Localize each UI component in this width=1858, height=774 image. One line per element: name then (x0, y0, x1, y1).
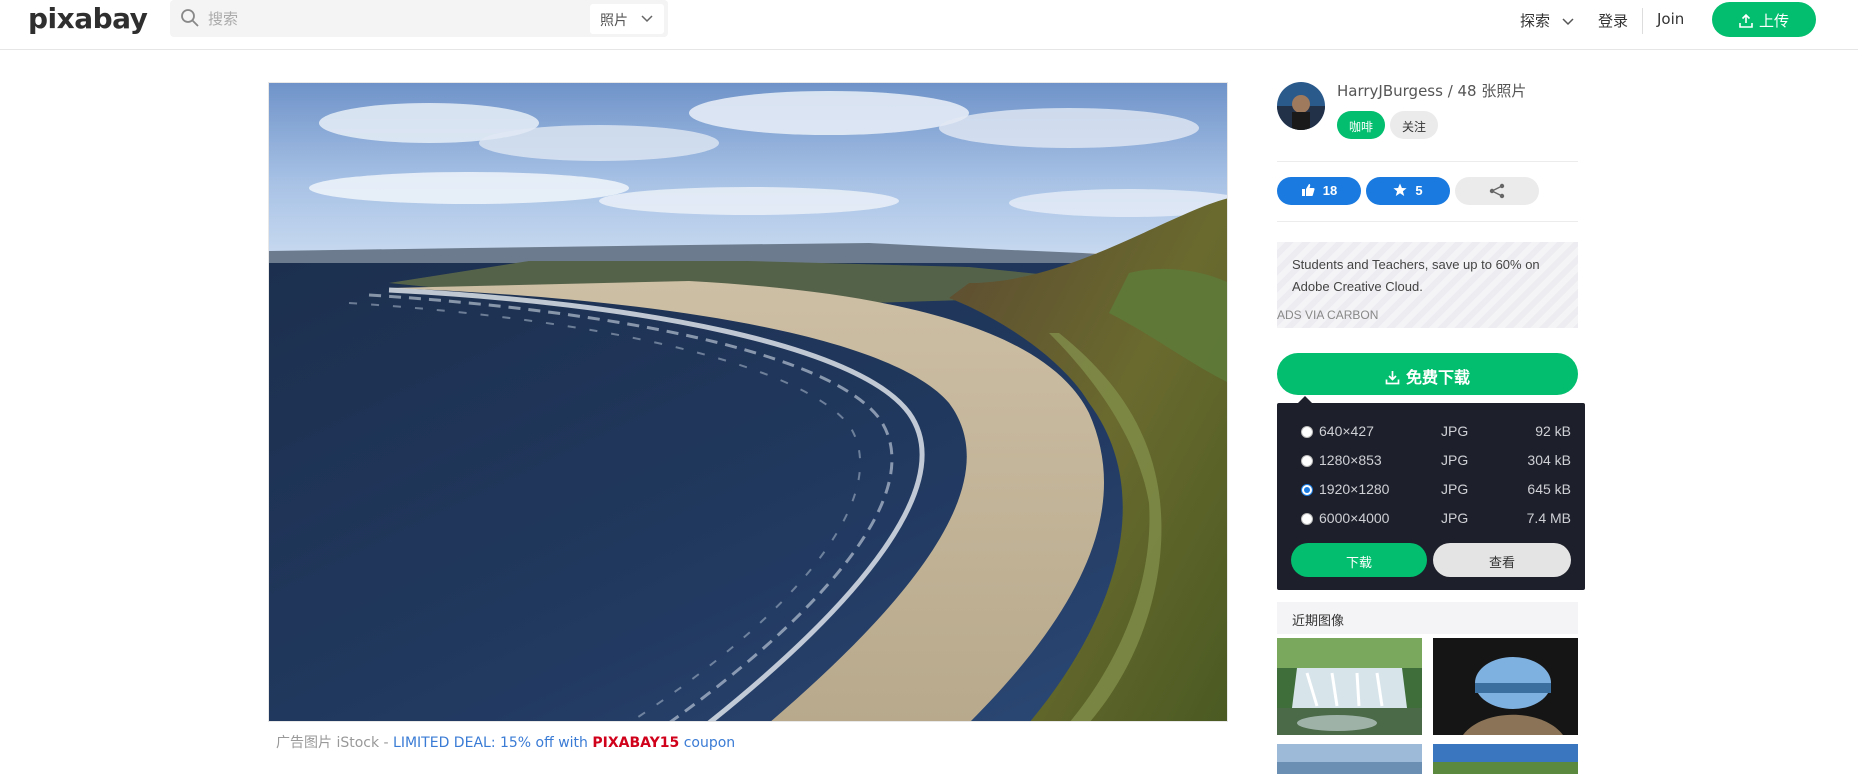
ad-prefix: 广告图片 iStock - (276, 735, 394, 751)
recent-thumbnail-cave[interactable] (1433, 638, 1578, 735)
thumbnail-image (1433, 744, 1578, 774)
search-type-select[interactable]: 照片 (590, 4, 664, 34)
option-size: 7.4 MB (1526, 510, 1571, 526)
favorite-button[interactable]: 5 (1366, 177, 1450, 205)
option-resolution: 6000×4000 (1319, 510, 1390, 526)
ad-coupon-code[interactable]: PIXABAY15 (592, 735, 679, 751)
avatar-image (1277, 82, 1325, 130)
favorite-count: 5 (1415, 183, 1423, 198)
option-size: 645 kB (1527, 481, 1571, 497)
download-option-row[interactable]: 6000×4000 JPG 7.4 MB (1301, 510, 1571, 534)
search-bar: 照片 (170, 0, 668, 37)
divider (1277, 221, 1578, 222)
upload-button[interactable]: 上传 (1712, 2, 1816, 37)
thumbnail-image (1277, 744, 1422, 774)
search-type-label: 照片 (600, 13, 628, 29)
thumbs-up-icon (1301, 184, 1315, 196)
size-radio-selected[interactable] (1301, 484, 1313, 496)
size-radio[interactable] (1301, 426, 1313, 438)
recent-thumbnail-4[interactable] (1433, 744, 1578, 774)
share-icon (1489, 183, 1505, 199)
option-format: JPG (1441, 481, 1469, 497)
sea-cave-image (1433, 638, 1578, 735)
share-button[interactable] (1455, 177, 1539, 205)
nav-divider (1642, 8, 1643, 34)
chevron-down-icon (1562, 17, 1574, 25)
carbon-ad-via[interactable]: ADS VIA CARBON (1277, 308, 1378, 322)
upload-icon (1739, 13, 1753, 28)
search-icon[interactable] (180, 8, 200, 28)
carbon-ad-text[interactable]: Students and Teachers, save up to 60% on… (1292, 254, 1572, 298)
nav-explore[interactable]: 探索 (1520, 10, 1575, 31)
recent-thumbnail-waterfall[interactable] (1277, 638, 1422, 735)
download-option-row[interactable]: 640×427 JPG 92 kB (1301, 423, 1571, 447)
search-input[interactable] (208, 6, 508, 32)
like-button[interactable]: 18 (1277, 177, 1361, 205)
download-button[interactable]: 下载 (1291, 543, 1427, 577)
option-format: JPG (1441, 452, 1469, 468)
free-download-label: 免费下载 (1405, 368, 1470, 387)
download-icon (1385, 371, 1400, 385)
option-resolution: 1920×1280 (1319, 481, 1390, 497)
top-header: pixabay 照片 探索 登录 Join 上传 (0, 0, 1858, 50)
option-resolution: 1280×853 (1319, 452, 1382, 468)
ad-suffix[interactable]: coupon (679, 735, 735, 751)
option-size: 304 kB (1527, 452, 1571, 468)
divider (1277, 161, 1578, 162)
chevron-down-icon (641, 15, 653, 23)
upload-label: 上传 (1758, 12, 1789, 30)
author-name[interactable]: HarryJBurgess / 48 张照片 (1337, 80, 1526, 101)
free-download-button[interactable]: 免费下载 (1277, 353, 1578, 395)
view-button[interactable]: 查看 (1433, 543, 1571, 577)
option-format: JPG (1441, 510, 1469, 526)
option-format: JPG (1441, 423, 1469, 439)
option-size: 92 kB (1535, 423, 1571, 439)
pixabay-logo[interactable]: pixabay (28, 2, 148, 35)
coffee-button[interactable]: 咖啡 (1337, 111, 1385, 139)
star-icon (1393, 183, 1407, 196)
main-photo[interactable] (268, 82, 1228, 722)
size-radio[interactable] (1301, 455, 1313, 467)
istock-ad-line[interactable]: 广告图片 iStock - LIMITED DEAL: 15% off with… (276, 732, 735, 752)
download-option-row[interactable]: 1280×853 JPG 304 kB (1301, 452, 1571, 476)
nav-explore-label: 探索 (1520, 12, 1551, 30)
waterfall-image (1277, 638, 1422, 735)
ad-deal-text[interactable]: LIMITED DEAL: 15% off with (393, 735, 592, 751)
option-resolution: 640×427 (1319, 423, 1374, 439)
download-option-row[interactable]: 1920×1280 JPG 645 kB (1301, 481, 1571, 505)
carbon-ad[interactable]: Students and Teachers, save up to 60% on… (1277, 242, 1578, 328)
coastline-photo-image (269, 83, 1227, 721)
follow-button[interactable]: 关注 (1390, 111, 1438, 139)
nav-login[interactable]: 登录 (1598, 10, 1628, 31)
size-radio[interactable] (1301, 513, 1313, 525)
nav-join[interactable]: Join (1657, 10, 1684, 28)
recent-thumbnail-3[interactable] (1277, 744, 1422, 774)
author-avatar[interactable] (1277, 82, 1325, 130)
download-options-panel: 640×427 JPG 92 kB 1280×853 JPG 304 kB 19… (1277, 403, 1585, 590)
like-count: 18 (1322, 183, 1338, 198)
recent-images-heading: 近期图像 (1277, 602, 1578, 634)
